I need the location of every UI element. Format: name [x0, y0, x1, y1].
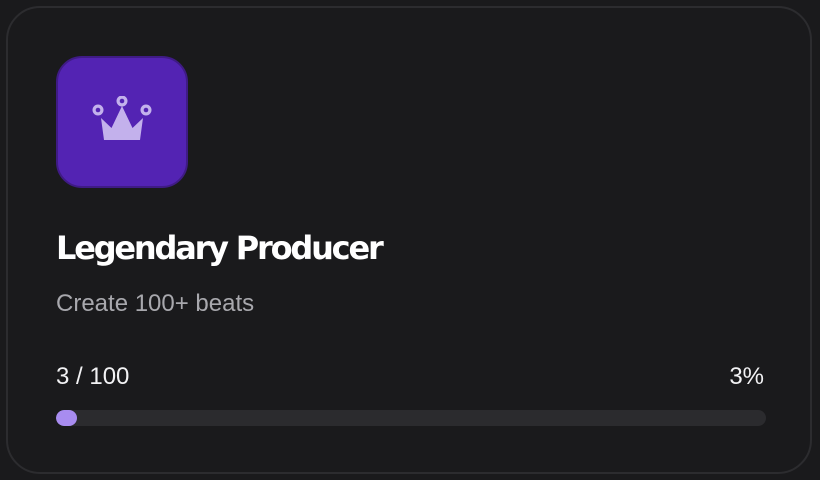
- achievement-description: Create 100+ beats: [56, 290, 255, 317]
- achievement-badge: [56, 56, 188, 188]
- progress-bar-fill: [56, 410, 78, 426]
- progress-bar: [56, 410, 766, 426]
- achievement-title: Legendary Producer: [56, 229, 384, 267]
- progress-percent: 3%: [729, 363, 764, 390]
- progress-count: 3 / 100: [56, 363, 130, 390]
- achievement-card: Legendary Producer Create 100+ beats 3 /…: [6, 6, 812, 474]
- crown-icon: [90, 96, 154, 148]
